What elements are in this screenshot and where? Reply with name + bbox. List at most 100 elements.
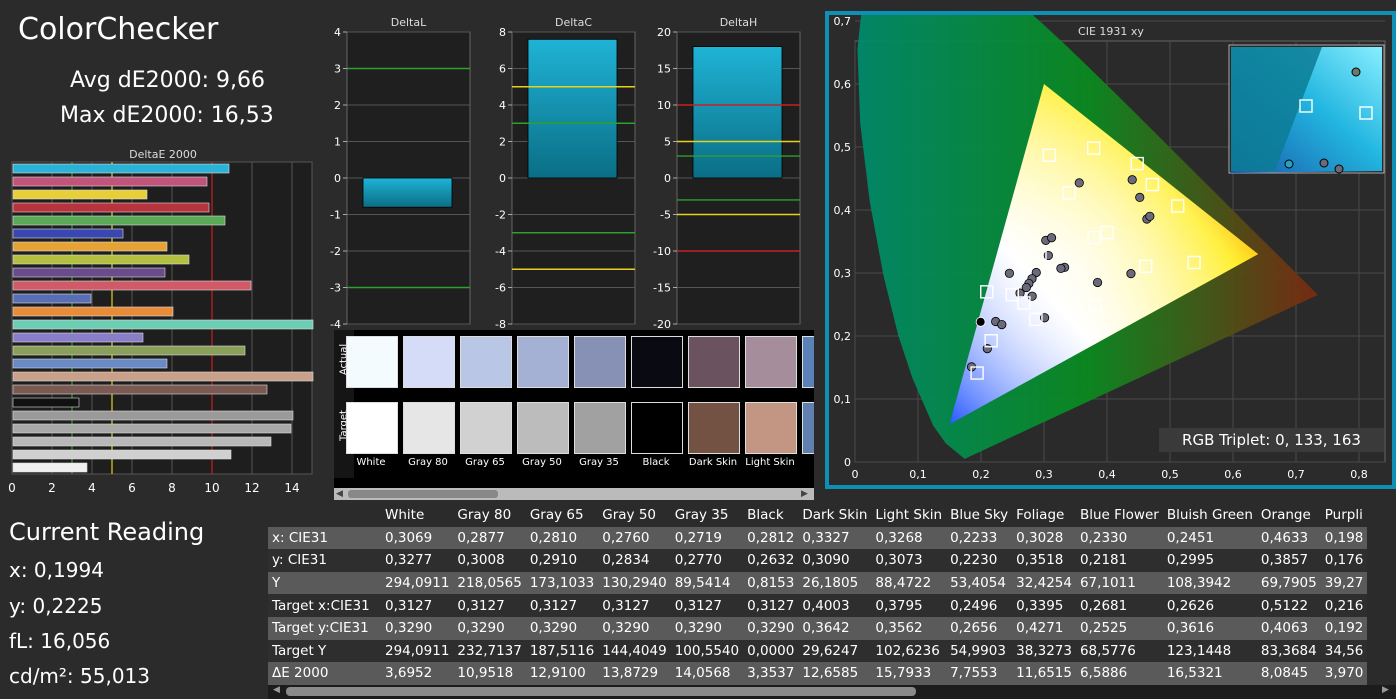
table-row-label: Target x:CIE31 [268, 594, 381, 617]
table-column-header[interactable]: Gray 80 [453, 504, 526, 527]
table-cell: 0,5122 [1256, 594, 1321, 617]
table-column-header[interactable]: Gray 35 [670, 504, 744, 527]
swatch-horizontal-scrollbar[interactable]: ◀ ▶ [334, 488, 814, 500]
table-scroll-right-icon[interactable]: ▶ [1382, 685, 1389, 695]
delta-tick-label: 4 [334, 26, 341, 39]
cie-x-tick: 0,6 [1224, 468, 1242, 481]
deltae-bar [12, 423, 292, 434]
swatch-scroll-thumb[interactable] [348, 490, 498, 498]
delta-tick-label: 5 [664, 136, 671, 149]
swatch-label: Gray 80 [408, 457, 448, 468]
table-column-header[interactable]: Gray 50 [598, 504, 671, 527]
table-scroll-left-icon[interactable]: ◀ [273, 685, 280, 695]
cie-x-tick: 0,4 [1098, 468, 1116, 481]
delta-tick-label: -4 [495, 245, 506, 258]
current-y: y: 0,2225 [9, 594, 103, 618]
target-swatch [802, 402, 814, 454]
deltae-bar [12, 176, 208, 187]
table-column-header[interactable]: Gray 65 [525, 504, 599, 527]
delta-tick-label: 6 [499, 63, 506, 76]
table-cell: 6,5886 [1075, 662, 1163, 685]
delta-tick-label: -3 [330, 282, 341, 295]
measured-point [1126, 269, 1136, 279]
table-row-label: Target Y [268, 639, 381, 663]
table-cell: 3,6952 [381, 662, 454, 685]
cie-y-tick: 0,5 [834, 141, 852, 154]
avg-de-label: Avg dE2000: 9,66 [70, 68, 265, 93]
table-column-header[interactable]: White [381, 504, 454, 527]
cie-x-tick: 0,7 [1287, 468, 1305, 481]
table-cell: 8,0845 [1256, 662, 1321, 685]
table-row: ΔE 2000 3,6952 10,9518 12,9100 13,8729 14,056… [268, 662, 1368, 685]
delta-tick-label: -1 [330, 209, 341, 222]
table-cell: 173,1033 [525, 571, 599, 595]
deltae-bar [12, 319, 314, 330]
table-cell: 39,27 [1320, 571, 1368, 595]
scroll-left-arrow-icon[interactable]: ◀ [336, 489, 343, 499]
table-cell: 0,2770 [670, 549, 744, 572]
table-cell: 0,2496 [946, 594, 1013, 617]
table-cell: 123,1448 [1162, 639, 1257, 663]
actual-swatch [460, 336, 512, 388]
actual-swatch [631, 336, 683, 388]
cie-x-tick: 0,2 [972, 468, 990, 481]
table-cell: 83,3684 [1256, 639, 1321, 663]
table-column-header[interactable]: Blue Flower [1075, 504, 1163, 527]
table-cell: 0,2681 [1075, 594, 1163, 617]
page-title: ColorChecker [18, 12, 219, 47]
table-column-header[interactable]: Foliage [1012, 504, 1076, 527]
cie-title: CIE 1931 xy [1078, 25, 1144, 38]
table-header-row: White Gray 80 Gray 65 Gray 50 Gray 35 Black Da… [268, 504, 1368, 527]
table-cell: 0,3290 [670, 616, 744, 640]
table-cell: 29,6247 [798, 639, 872, 663]
table-cell: 0,198 [1320, 526, 1368, 550]
table-cell: 0,0000 [743, 639, 799, 663]
table-cell: 15,7933 [871, 662, 947, 685]
swatch-label: Gray 35 [579, 457, 619, 468]
target-swatch [403, 402, 455, 454]
table-column-header[interactable]: Orange [1256, 504, 1321, 527]
deltae-bar [12, 306, 174, 317]
deltae-bar [12, 397, 80, 408]
scroll-right-arrow-icon[interactable]: ▶ [801, 489, 808, 499]
table-column-header[interactable] [268, 504, 381, 527]
cie-x-tick: 0,3 [1035, 468, 1053, 481]
cie-y-tick: 0,1 [834, 393, 852, 406]
measured-point [1135, 192, 1145, 202]
table-cell: 0,3795 [871, 594, 947, 617]
deltae-bar [12, 163, 230, 174]
table-column-header[interactable]: Light Skin [871, 504, 947, 527]
table-cell: 0,2812 [743, 526, 799, 550]
table-cell: 218,0565 [453, 571, 526, 595]
table-cell: 0,3327 [798, 526, 872, 550]
table-cell: 0,3290 [743, 616, 799, 640]
target-swatch [745, 402, 797, 454]
table-cell: 294,0911 [381, 571, 454, 595]
table-cell: 13,8729 [598, 662, 671, 685]
actual-swatch [346, 336, 398, 388]
table-cell: 0,3857 [1256, 549, 1321, 572]
table-scrollbar[interactable]: ◀ ▶ [268, 685, 1396, 699]
measured-point [1092, 277, 1103, 288]
cie-x-tick: 0,1 [909, 468, 927, 481]
table-cell: 232,7137 [453, 639, 526, 663]
table-column-header[interactable]: Purpli [1320, 504, 1368, 527]
current-cdm2: cd/m²: 55,013 [9, 664, 151, 688]
table-cell: 0,3290 [453, 616, 526, 640]
table-cell: 0,2719 [670, 526, 744, 550]
table-column-header[interactable]: Bluish Green [1162, 504, 1257, 527]
table-cell: 0,2632 [743, 549, 799, 572]
delta-tick-label: 10 [657, 99, 671, 112]
table-column-header[interactable]: Black [743, 504, 799, 527]
cie-y-tick: 0,2 [834, 330, 852, 343]
table-column-header[interactable]: Dark Skin [798, 504, 872, 527]
table-scroll-thumb[interactable] [286, 687, 916, 696]
table-column-header[interactable]: Blue Sky [946, 504, 1013, 527]
delta-tick-label: -10 [653, 245, 671, 258]
deltae-bar [12, 358, 168, 369]
table-row-label: y: CIE31 [268, 549, 381, 572]
actual-swatch [517, 336, 569, 388]
cie-y-tick: 0,3 [834, 267, 852, 280]
table-cell: 3,970 [1320, 662, 1368, 685]
delta-tick-label: -6 [495, 282, 506, 295]
